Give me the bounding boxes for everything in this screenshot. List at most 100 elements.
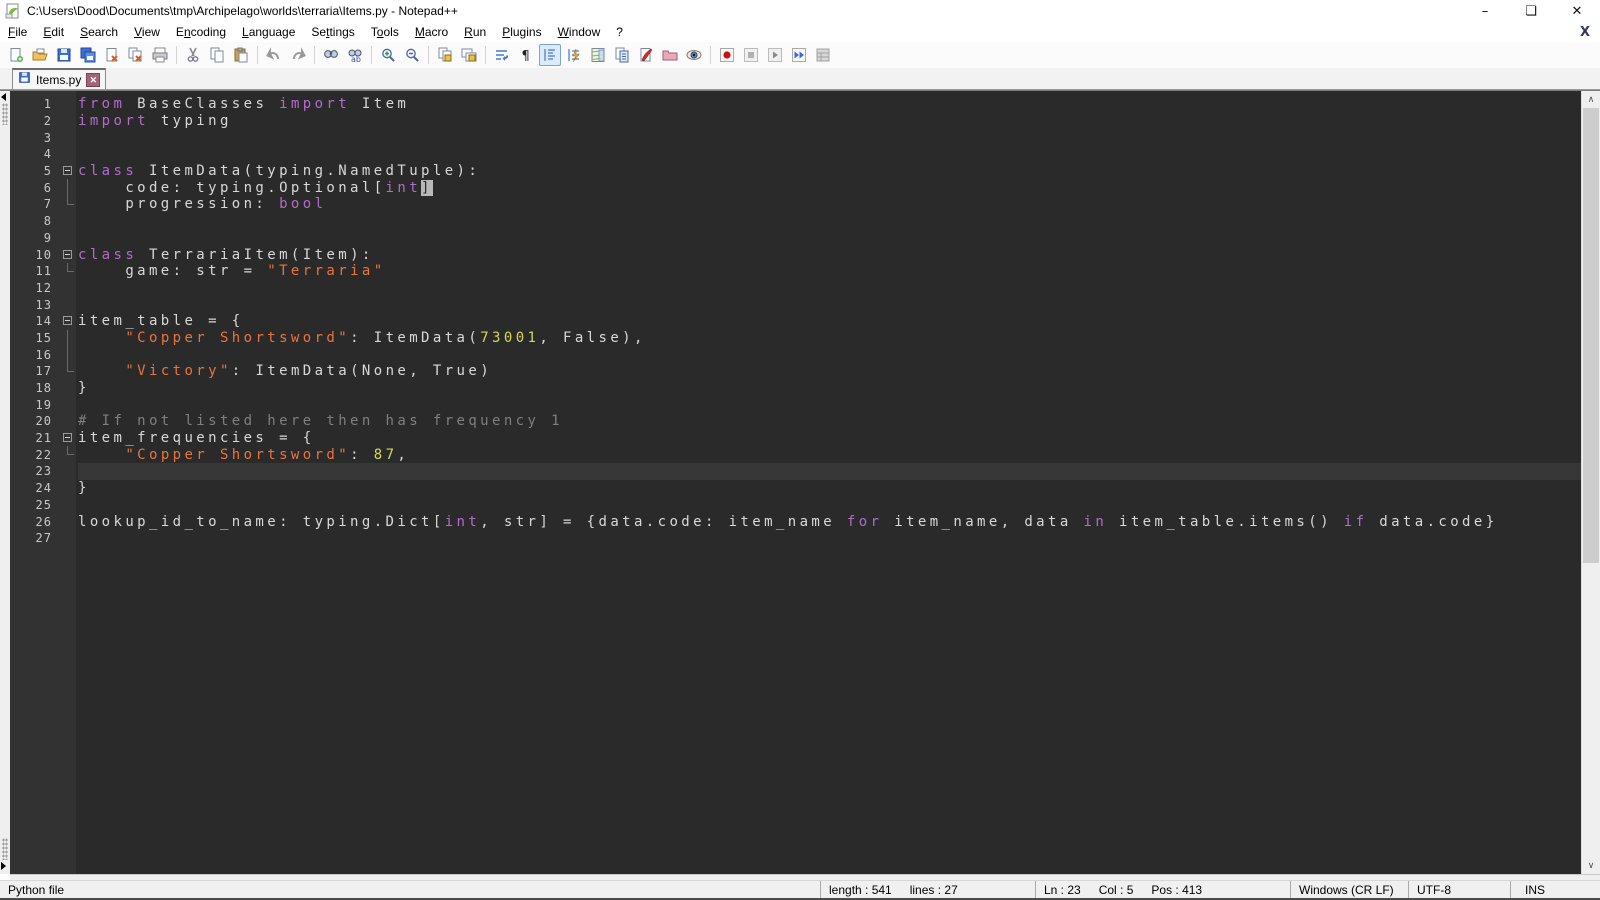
new-file-icon[interactable] xyxy=(5,44,27,66)
code-line-18[interactable]: 18} xyxy=(10,380,1581,397)
line-number[interactable]: 11 xyxy=(10,264,60,278)
code-line-25[interactable]: 25 xyxy=(10,497,1581,514)
line-number[interactable]: 7 xyxy=(10,197,60,211)
code-line-20[interactable]: 20 # If not listed here then has frequenc… xyxy=(10,413,1581,430)
code-text[interactable] xyxy=(78,146,1581,163)
code-line-9[interactable]: 9 xyxy=(10,230,1581,247)
fold-collapse-icon[interactable] xyxy=(60,430,78,447)
line-number[interactable]: 14 xyxy=(10,314,60,328)
menu-file[interactable]: File xyxy=(0,23,35,41)
code-text[interactable] xyxy=(78,280,1581,297)
code-text[interactable] xyxy=(78,463,1581,480)
code-line-1[interactable]: 1from BaseClasses import Item xyxy=(10,96,1581,113)
code-text[interactable] xyxy=(78,497,1581,514)
code-text[interactable]: } xyxy=(78,380,1581,397)
sync-vertical-icon[interactable] xyxy=(434,44,456,66)
line-number[interactable]: 8 xyxy=(10,214,60,228)
code-line-12[interactable]: 12 xyxy=(10,280,1581,297)
code-text[interactable] xyxy=(78,296,1581,313)
close-all-icon[interactable] xyxy=(125,44,147,66)
line-number[interactable]: 1 xyxy=(10,97,60,111)
line-number[interactable]: 9 xyxy=(10,231,60,245)
code-editor[interactable]: 1from BaseClasses import Item2import typ… xyxy=(10,91,1581,874)
tab-close-icon[interactable]: ✕ xyxy=(86,73,100,87)
line-number[interactable]: 19 xyxy=(10,398,60,412)
scroll-up-icon[interactable]: ∧ xyxy=(1582,91,1600,108)
line-number[interactable]: 21 xyxy=(10,431,60,445)
line-number[interactable]: 10 xyxy=(10,248,60,262)
code-line-8[interactable]: 8 xyxy=(10,213,1581,230)
redo-icon[interactable] xyxy=(287,44,309,66)
code-line-7[interactable]: 7 progression: bool xyxy=(10,196,1581,213)
column-editor-icon[interactable] xyxy=(635,44,657,66)
menu-search[interactable]: Search xyxy=(72,23,126,41)
code-line-11[interactable]: 11 game: str = "Terraria" xyxy=(10,263,1581,280)
code-text[interactable]: class TerrariaItem(Item): xyxy=(78,246,1581,263)
code-text[interactable]: "Victory": ItemData(None, True) xyxy=(78,363,1581,380)
minimize-button[interactable]: – xyxy=(1462,0,1508,22)
code-text[interactable] xyxy=(78,213,1581,230)
line-number[interactable]: 24 xyxy=(10,481,60,495)
line-number[interactable]: 18 xyxy=(10,381,60,395)
save-all-icon[interactable] xyxy=(77,44,99,66)
code-text[interactable]: class ItemData(typing.NamedTuple): xyxy=(78,163,1581,180)
restore-button[interactable]: ❏ xyxy=(1508,0,1554,22)
line-number[interactable]: 27 xyxy=(10,531,60,545)
zoom-in-icon[interactable] xyxy=(377,44,399,66)
find-icon[interactable] xyxy=(320,44,342,66)
fold-collapse-icon[interactable] xyxy=(60,313,78,330)
save-icon[interactable] xyxy=(53,44,75,66)
close-button[interactable]: ✕ xyxy=(1554,0,1600,22)
code-line-17[interactable]: 17 "Victory": ItemData(None, True) xyxy=(10,363,1581,380)
scrollbar-thumb[interactable] xyxy=(1583,108,1599,563)
replace-icon[interactable]: ab xyxy=(344,44,366,66)
menu-window[interactable]: Window xyxy=(550,23,609,41)
line-number[interactable]: 20 xyxy=(10,414,60,428)
code-line-6[interactable]: 6 code: typing.Optional[int] xyxy=(10,179,1581,196)
line-number[interactable]: 6 xyxy=(10,181,60,195)
code-text[interactable] xyxy=(78,129,1581,146)
code-line-19[interactable]: 19 xyxy=(10,396,1581,413)
code-text[interactable] xyxy=(78,396,1581,413)
menu-help[interactable]: ? xyxy=(608,23,631,41)
code-line-15[interactable]: 15 "Copper Shortsword": ItemData(73001, … xyxy=(10,330,1581,347)
show-all-characters-icon[interactable]: ¶ xyxy=(515,44,537,66)
code-text[interactable]: "Copper Shortsword": ItemData(73001, Fal… xyxy=(78,330,1581,347)
code-text[interactable]: # If not listed here then has frequency … xyxy=(78,413,1581,430)
line-number[interactable]: 25 xyxy=(10,498,60,512)
line-number[interactable]: 4 xyxy=(10,147,60,161)
line-number[interactable]: 13 xyxy=(10,298,60,312)
code-text[interactable]: } xyxy=(78,480,1581,497)
panel-splitter[interactable] xyxy=(0,91,10,874)
document-close-x[interactable]: X xyxy=(1580,25,1590,40)
macro-play-icon[interactable] xyxy=(764,44,786,66)
code-line-10[interactable]: 10 class TerrariaItem(Item): xyxy=(10,246,1581,263)
code-text[interactable]: progression: bool xyxy=(78,196,1581,213)
splitter-collapse-icon[interactable] xyxy=(1,93,6,101)
menu-language[interactable]: Language xyxy=(234,23,303,41)
code-line-22[interactable]: 22 "Copper Shortsword": 87, xyxy=(10,446,1581,463)
function-list-icon[interactable] xyxy=(563,44,585,66)
code-line-16[interactable]: 16 xyxy=(10,346,1581,363)
code-line-21[interactable]: 21item_frequencies = { xyxy=(10,430,1581,447)
code-line-14[interactable]: 14item_table = { xyxy=(10,313,1581,330)
line-number[interactable]: 22 xyxy=(10,448,60,462)
indent-guide-icon[interactable] xyxy=(539,44,561,66)
undo-icon[interactable] xyxy=(263,44,285,66)
code-line-3[interactable]: 3 xyxy=(10,129,1581,146)
vertical-scrollbar[interactable]: ∧ ∨ xyxy=(1581,91,1600,874)
menu-view[interactable]: View xyxy=(126,23,168,41)
print-icon[interactable] xyxy=(149,44,171,66)
zoom-out-icon[interactable] xyxy=(401,44,423,66)
line-number[interactable]: 5 xyxy=(10,164,60,178)
macro-record-icon[interactable] xyxy=(716,44,738,66)
line-number[interactable]: 3 xyxy=(10,131,60,145)
menu-encoding[interactable]: Encoding xyxy=(168,23,234,41)
code-text[interactable]: lookup_id_to_name: typing.Dict[int, str]… xyxy=(78,513,1581,530)
cut-icon[interactable] xyxy=(182,44,204,66)
menu-plugins[interactable]: Plugins xyxy=(494,23,549,41)
paste-icon[interactable] xyxy=(230,44,252,66)
macro-stop-icon[interactable] xyxy=(740,44,762,66)
close-icon[interactable] xyxy=(101,44,123,66)
code-line-4[interactable]: 4 xyxy=(10,146,1581,163)
